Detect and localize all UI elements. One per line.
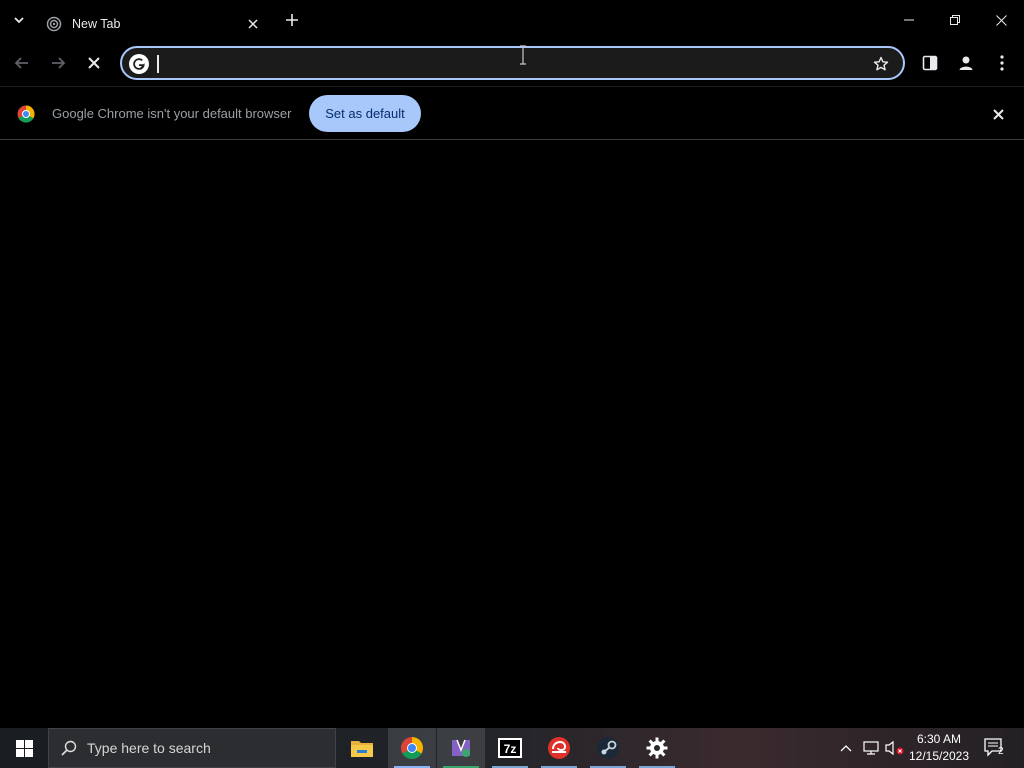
close-icon [88,57,100,69]
profile-button[interactable] [951,49,981,77]
taskbar: Type here to search 7z 6:30 AM 12/15/202… [0,728,1024,768]
set-as-default-button[interactable]: Set as default [309,95,421,132]
tab-new-tab[interactable]: New Tab [36,6,272,41]
menu-button[interactable] [987,49,1017,77]
stop-loading-button[interactable] [79,49,109,77]
tab-title: New Tab [72,16,121,31]
side-panel-button[interactable] [915,49,945,77]
close-icon [995,14,1007,26]
toolbar [0,41,1024,86]
taskbar-search-box[interactable]: Type here to search [48,728,336,768]
text-cursor [157,55,159,73]
notifications-button[interactable]: 2 [980,728,1010,768]
chevron-down-icon [14,17,24,24]
text-cursor-ibeam-icon [520,45,526,65]
taskbar-settings[interactable] [633,728,681,768]
back-button[interactable] [7,49,37,77]
loading-favicon-icon [46,16,62,31]
taskbar-steam[interactable] [584,728,632,768]
search-placeholder: Type here to search [87,740,211,756]
visual-studio-installer-icon [452,739,470,757]
restore-button[interactable] [932,0,978,40]
volume-tray-button[interactable] [884,728,906,768]
network-tray-button[interactable] [860,728,882,768]
file-explorer-icon [351,741,373,757]
avatar-icon [959,56,973,70]
chevron-up-icon [840,745,852,752]
minimize-icon [904,19,914,21]
taskbar-7zip[interactable]: 7z [486,728,534,768]
notification-count: 2 [998,746,1004,757]
close-icon [248,18,258,29]
taskbar-visual-studio-installer[interactable] [437,728,485,768]
settings-icon [646,737,668,759]
plus-icon [286,14,298,26]
start-button[interactable] [0,728,48,768]
default-browser-infobar: Google Chrome isn't your default browser… [0,86,1024,140]
kebab-menu-icon [1000,55,1004,71]
address-input[interactable] [160,52,860,76]
tab-strip: New Tab [0,0,1024,41]
side-panel-icon [922,55,938,71]
network-icon [863,741,879,755]
new-tab-button[interactable] [280,8,304,32]
clock-date: 12/15/2023 [908,749,970,763]
window-close-button[interactable] [978,0,1024,40]
taskbar-game-launcher[interactable] [535,728,583,768]
show-hidden-icons-button[interactable] [836,728,856,768]
windows-logo-icon [15,739,33,757]
7zip-icon: 7z [498,738,522,758]
star-icon [873,56,889,71]
arrow-right-icon [52,57,66,69]
arrow-left-icon [14,57,28,69]
clock-time: 6:30 AM [916,732,962,746]
taskbar-file-explorer[interactable] [338,728,386,768]
game-launcher-icon [548,737,570,759]
taskbar-chrome[interactable] [388,728,436,768]
page-content [0,141,1024,728]
tab-close-button[interactable] [244,15,262,33]
restore-icon [950,15,960,25]
volume-muted-icon [885,740,904,756]
address-bar[interactable] [120,46,905,80]
chrome-logo-icon [17,105,35,123]
infobar-message: Google Chrome isn't your default browser [52,106,292,121]
forward-button[interactable] [43,49,73,77]
google-g-icon [129,54,149,74]
browser-window: New Tab Google Chrome isn't your default… [0,0,1024,728]
close-icon [992,108,1004,120]
svg-text:7z: 7z [504,742,517,756]
minimize-button[interactable] [886,0,932,40]
chrome-icon [401,737,423,759]
tab-search-button[interactable] [6,8,32,32]
bookmark-star-button[interactable] [871,54,891,74]
infobar-close-button[interactable] [988,104,1008,124]
search-icon [61,740,77,756]
steam-icon [597,737,619,759]
taskbar-clock[interactable]: 6:30 AM 12/15/2023 [904,731,974,765]
